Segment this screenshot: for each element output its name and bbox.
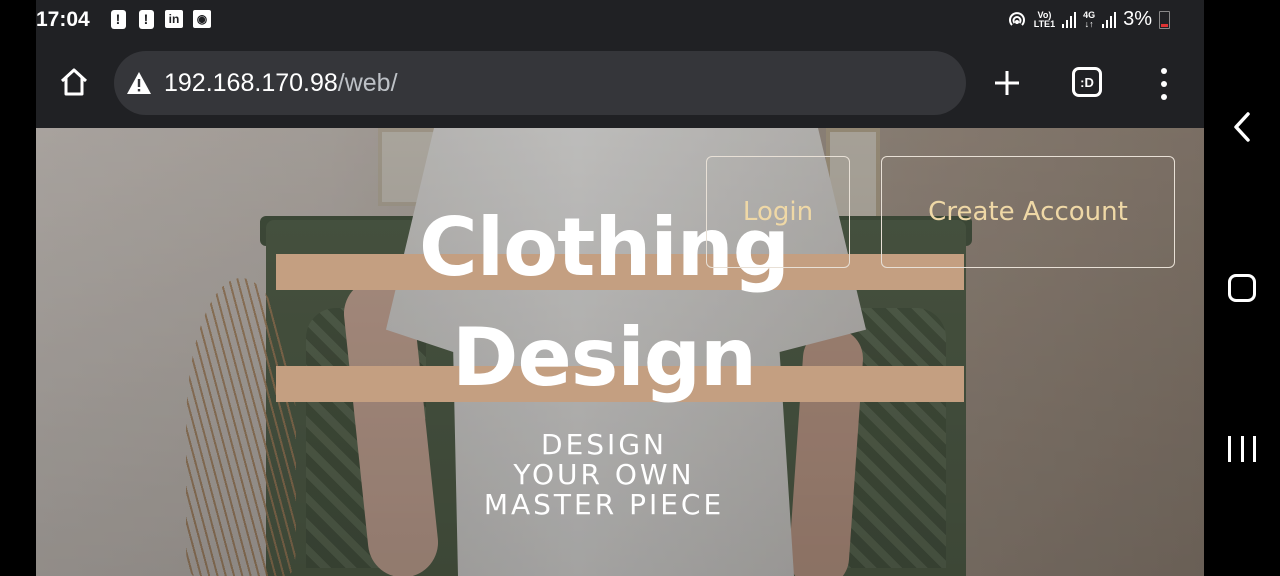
hero-subtitle-line2: YOUR OWN (513, 458, 695, 491)
volte-label: Vo) LTE1 (1033, 9, 1056, 29)
recents-icon[interactable] (1228, 436, 1256, 464)
linkedin-icon: in (164, 9, 184, 29)
new-tab-icon[interactable] (990, 66, 1024, 100)
screen-left-edge (0, 0, 36, 576)
url-host: 192.168.170.98 (164, 69, 338, 97)
home-nav-icon[interactable] (1228, 274, 1256, 302)
hero-subtitle-line1: DESIGN (541, 428, 667, 461)
url-bar[interactable]: 192.168.170.98/web/ (114, 51, 966, 115)
url-path: /web/ (337, 69, 398, 97)
hero-section: Clothing Design DESIGN YOUR OWN MASTER P… (36, 128, 1204, 576)
hero-subtitle-line3: MASTER PIECE (483, 488, 725, 521)
signal-icon (1062, 11, 1077, 28)
status-bar: 17:04 ! ! in ◉ Vo) LTE1 4G ↓↑ 3% (36, 0, 1204, 40)
warning-icon[interactable] (126, 71, 152, 95)
browser-toolbar: 192.168.170.98/web/ :D (36, 40, 1204, 128)
system-status-icons: Vo) LTE1 4G ↓↑ 3% (1007, 8, 1170, 31)
login-button[interactable]: Login (706, 156, 850, 268)
hero-title-line2: Design (452, 311, 757, 404)
back-icon[interactable] (1228, 110, 1256, 144)
notification-icon: ◉ (192, 9, 212, 29)
create-account-button[interactable]: Create Account (881, 156, 1175, 268)
notification-icons: ! ! in ◉ (108, 9, 212, 29)
url-text[interactable]: 192.168.170.98/web/ (164, 69, 398, 98)
alert-icon: ! (136, 9, 156, 29)
network-type-label: 4G ↓↑ (1083, 9, 1096, 29)
battery-icon (1159, 10, 1170, 29)
home-icon[interactable] (58, 66, 90, 98)
signal-icon (1102, 11, 1117, 28)
battery-percent: 3% (1123, 8, 1152, 30)
alert-icon: ! (108, 9, 128, 29)
system-nav-bar (1204, 0, 1280, 576)
tab-switcher-button[interactable]: :D (1072, 67, 1102, 97)
more-menu-icon[interactable] (1154, 68, 1174, 100)
hotspot-icon (1008, 11, 1025, 26)
status-time: 17:04 (36, 8, 90, 31)
